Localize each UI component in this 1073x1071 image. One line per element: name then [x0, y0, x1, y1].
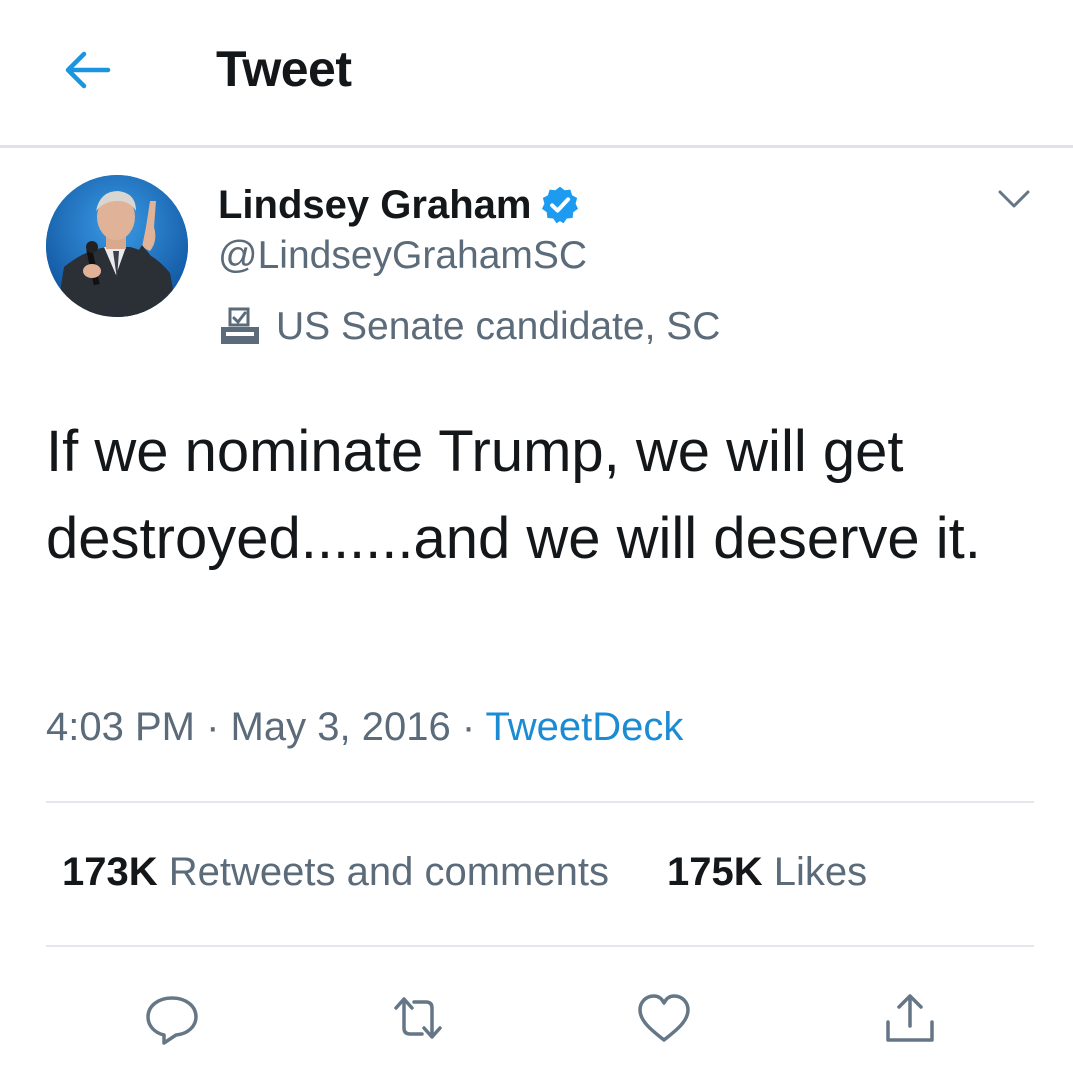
account-label-text: US Senate candidate, SC	[276, 305, 721, 348]
retweets-stat[interactable]: 173K Retweets and comments	[62, 850, 609, 895]
author-handle[interactable]: @LindseyGrahamSC	[218, 234, 587, 278]
tweet-text: If we nominate Trump, we will get destro…	[46, 419, 981, 571]
tweet-date: May 3, 2016	[230, 705, 451, 749]
divider	[46, 945, 1034, 947]
share-button[interactable]	[880, 988, 940, 1048]
like-button[interactable]	[634, 988, 694, 1048]
avatar[interactable]	[46, 175, 188, 317]
author-name[interactable]: Lindsey Graham	[218, 183, 531, 228]
engagement-stats: 173K Retweets and comments 175K Likes	[62, 850, 867, 895]
likes-stat[interactable]: 175K Likes	[667, 850, 867, 895]
back-arrow-icon	[65, 51, 111, 89]
account-label: US Senate candidate, SC	[218, 302, 720, 352]
author-name-row: Lindsey Graham	[218, 180, 581, 230]
chevron-down-icon	[998, 190, 1030, 208]
ballot-box-icon	[221, 307, 259, 344]
page-title: Tweet	[216, 41, 352, 97]
retweet-icon	[394, 997, 442, 1039]
reply-button[interactable]	[142, 988, 202, 1048]
retweet-button[interactable]	[388, 988, 448, 1048]
tweet-page: Tweet Lindsey Graham @LindseyGrahamSC US…	[0, 0, 1073, 1071]
back-button[interactable]	[58, 45, 118, 95]
more-options-button[interactable]	[990, 180, 1038, 220]
top-bar: Tweet	[0, 0, 1073, 148]
likes-label: Likes	[773, 850, 868, 894]
tweet-source-link[interactable]: TweetDeck	[486, 705, 684, 749]
share-icon	[886, 994, 934, 1042]
likes-count: 175K	[666, 850, 763, 894]
divider	[46, 801, 1034, 803]
retweets-count: 173K	[62, 850, 158, 894]
like-icon	[638, 994, 690, 1042]
verified-badge-icon	[542, 186, 579, 224]
retweets-label: Retweets and comments	[168, 850, 609, 894]
meta-separator: ·	[206, 705, 220, 749]
meta-separator: ·	[461, 705, 476, 749]
reply-icon	[146, 996, 198, 1045]
profile-photo	[46, 175, 188, 317]
tweet-meta: 4:03 PM · May 3, 2016 · TweetDeck	[46, 705, 683, 750]
tweet-time: 4:03 PM	[46, 705, 195, 749]
